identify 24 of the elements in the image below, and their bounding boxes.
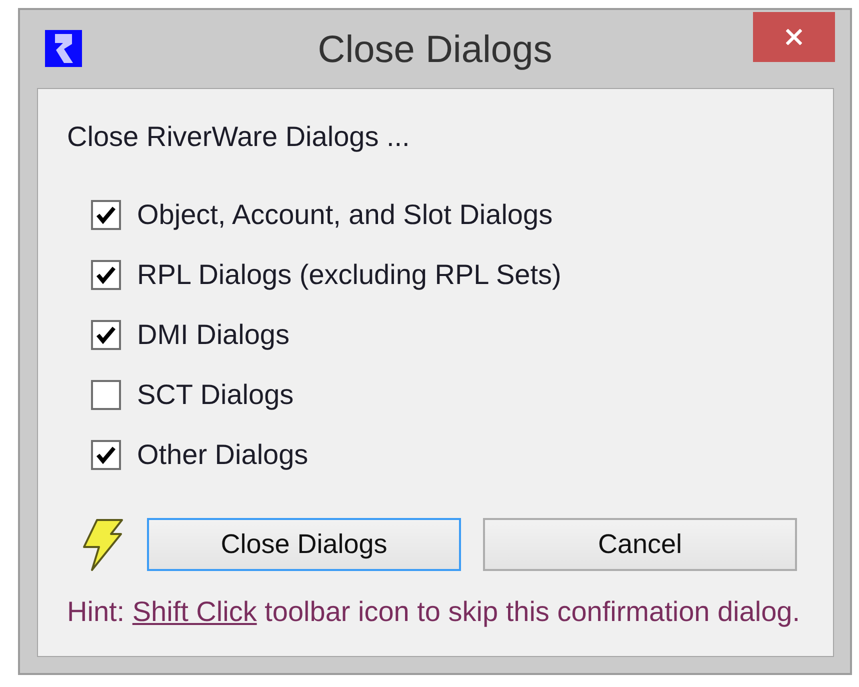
checkbox-label: Other Dialogs	[137, 439, 308, 471]
prompt-text: Close RiverWare Dialogs ...	[67, 121, 410, 153]
dialog-button[interactable]: Close Dialogs	[147, 518, 461, 571]
checkmark-icon	[96, 266, 116, 284]
dialog-button[interactable]: Cancel	[483, 518, 797, 571]
window-title: Close Dialogs	[318, 28, 552, 72]
shift-click-link[interactable]: Shift Click	[132, 596, 257, 627]
checkbox-label: DMI Dialogs	[137, 319, 290, 351]
checkbox[interactable]	[91, 260, 121, 290]
checkbox[interactable]	[91, 440, 121, 470]
close-button[interactable]	[753, 12, 835, 62]
checkbox[interactable]	[91, 380, 121, 410]
checkmark-icon	[96, 206, 116, 224]
lightning-bolt-icon	[80, 518, 125, 570]
checkbox-label: SCT Dialogs	[137, 379, 294, 411]
hint-text: Hint: Shift Click toolbar icon to skip this confirmation dialog.	[67, 596, 800, 628]
checkbox[interactable]	[91, 200, 121, 230]
app-logo-icon	[45, 30, 82, 67]
checkmark-icon	[96, 446, 116, 464]
checkbox-label: RPL Dialogs (excluding RPL Sets)	[137, 259, 562, 291]
checkbox-label: Object, Account, and Slot Dialogs	[137, 199, 553, 231]
close-icon	[786, 29, 802, 45]
checkmark-icon	[96, 326, 116, 344]
checkbox[interactable]	[91, 320, 121, 350]
